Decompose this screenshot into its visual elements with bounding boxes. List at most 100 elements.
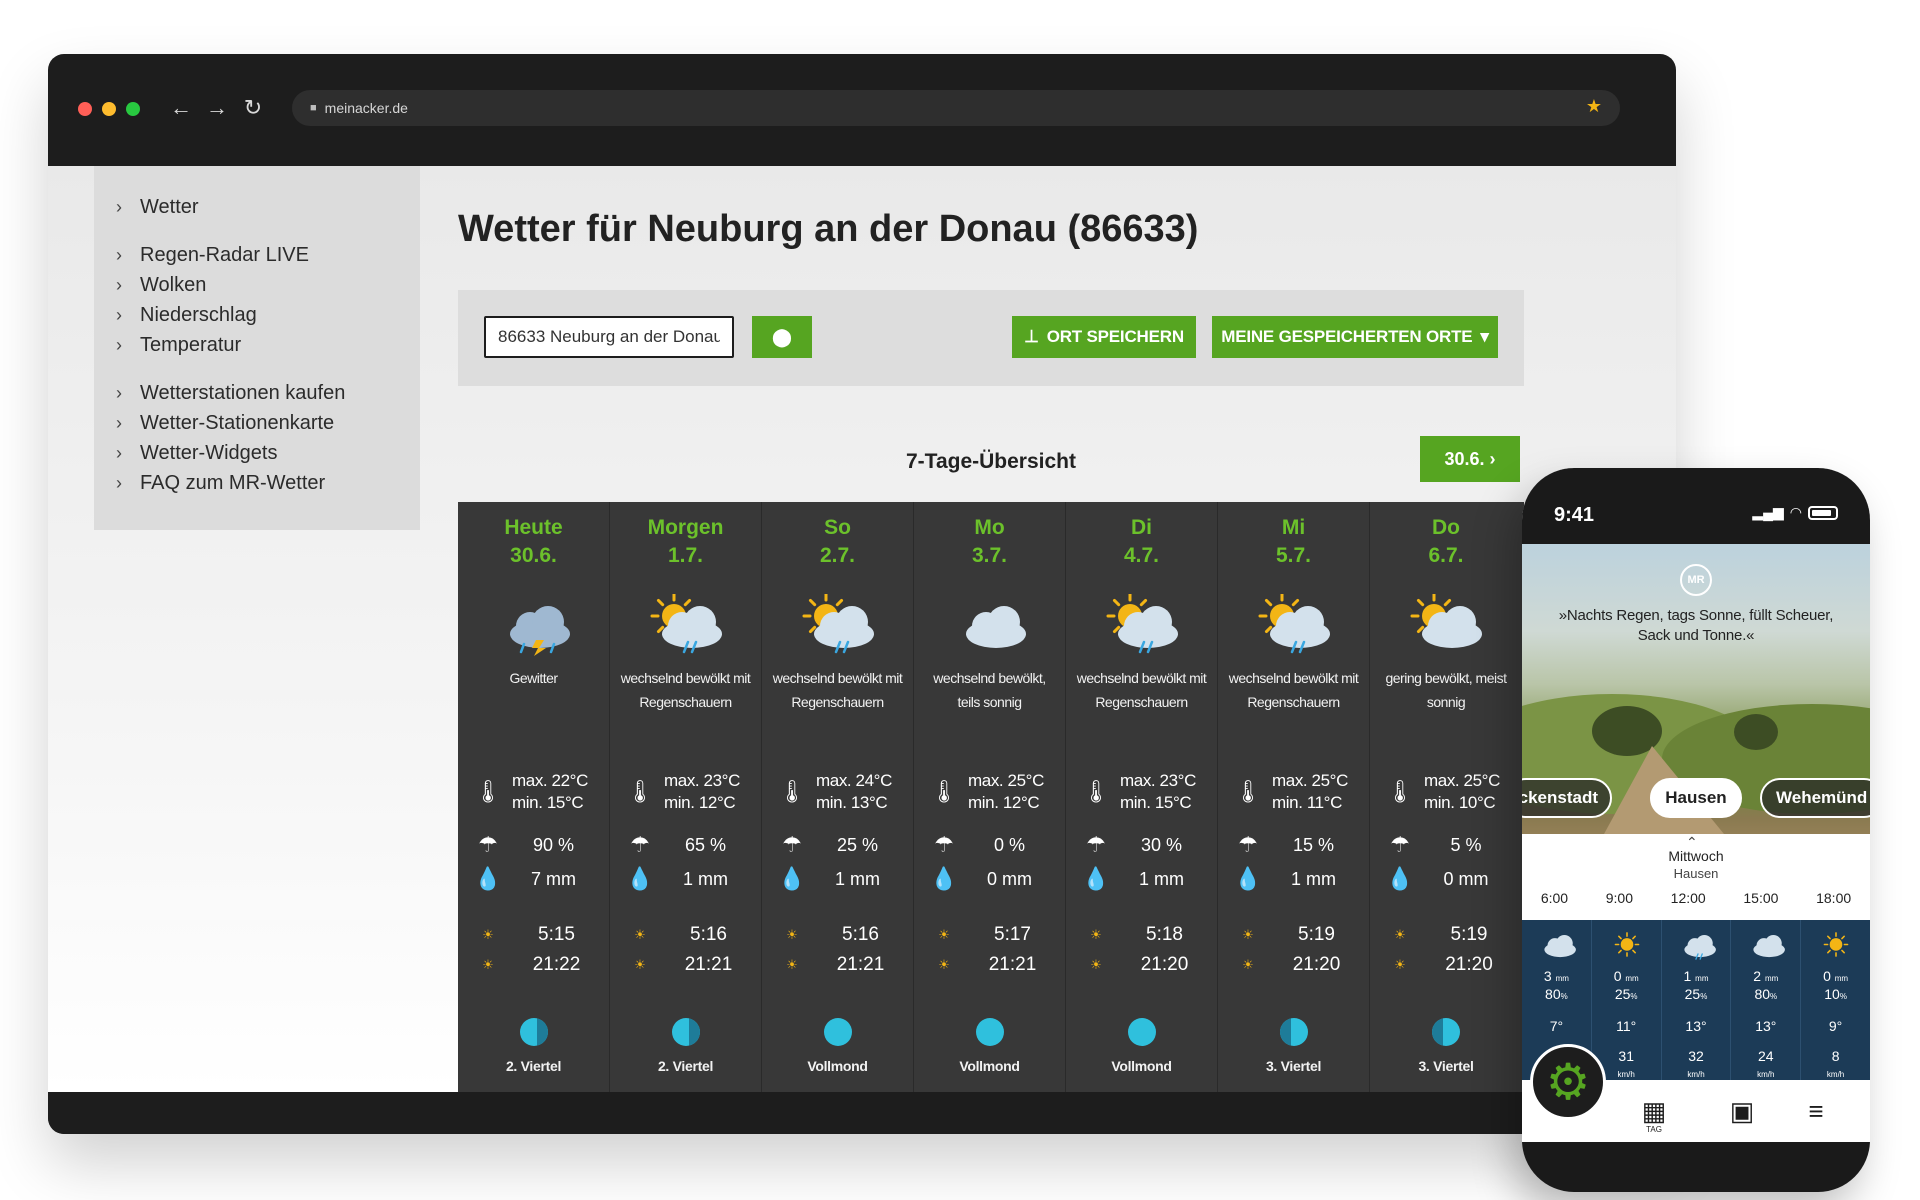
rain-probability: 15 % [1292, 834, 1335, 855]
next-date-button[interactable]: 30.6. › [1420, 436, 1520, 482]
rain-amount: 0 mm [987, 868, 1032, 889]
sunset-time: 21:21 [988, 954, 1037, 975]
hourly-column-4[interactable]: 0 mm 10% 9° 8 km/h [1801, 920, 1870, 1080]
hour-labels: 6:00 9:00 12:00 15:00 18:00 [1522, 890, 1870, 906]
forecast-day-2[interactable]: So 2.7. wechselnd bewölkt mit Regenschauer… [762, 502, 914, 1092]
browser-footer [48, 1092, 1676, 1134]
sunset-row: ☀︎ 21:21 [928, 954, 1059, 976]
tab-week[interactable]: ▣ [1722, 1096, 1762, 1127]
map-pin-icon: ⬤ [771, 326, 793, 347]
forward-arrow-icon[interactable]: → [206, 94, 228, 122]
moon-phase-icon [976, 1018, 1004, 1046]
cloudy-icon [950, 594, 1030, 656]
hourly-probability-value: 80 [1754, 986, 1771, 1002]
url-text: meinacker.de [324, 100, 408, 116]
forecast-day-6[interactable]: Do 6.7. gering bewölkt, meist sonnig 🌡 max. … [1370, 502, 1522, 1092]
locate-button[interactable]: ⬤ [752, 316, 812, 358]
sidebar-item-stationen-kaufen[interactable]: › Wetterstationen kaufen [94, 378, 420, 408]
hourly-rain-value: 0 [1823, 968, 1831, 984]
close-window-button[interactable] [78, 102, 92, 116]
sunset-icon: ☀︎ [1242, 957, 1254, 972]
sidebar-item-faq[interactable]: › FAQ zum MR-Wetter [94, 468, 420, 498]
raindrop-icon: 💧 [626, 866, 654, 891]
forecast-day-5[interactable]: Mi 5.7. wechselnd bewölkt mit Regenschauer… [1218, 502, 1370, 1092]
maximize-window-button[interactable] [126, 102, 140, 116]
min-temp: min. 15°C [1120, 793, 1192, 812]
location-search-input[interactable] [484, 316, 734, 358]
minimize-window-button[interactable] [102, 102, 116, 116]
moon-phase-label: 2. Viertel [657, 1058, 714, 1074]
location-pill-hausen[interactable]: Hausen [1650, 778, 1742, 818]
forecast-day-4[interactable]: Di 4.7. wechselnd bewölkt mit Regenschauer… [1066, 502, 1218, 1092]
hourly-rain-value: 2 [1753, 968, 1762, 984]
temperature-values: max. 25°C min. 10°C [1424, 770, 1500, 814]
rain-amount-row: 💧 1 mm [1232, 866, 1363, 892]
saved-locations-dropdown[interactable]: MEINE GESPEICHERTEN ORTE ▾ [1212, 316, 1498, 358]
save-location-button[interactable]: ⊥ ORT SPEICHERN [1012, 316, 1196, 358]
sunrise-row: ☀︎ 5:19 [1232, 924, 1363, 946]
forecast-day-3[interactable]: Mo 3.7. wechselnd bewölkt, teils sonnig 🌡 ma… [914, 502, 1066, 1092]
max-temp: max. 23°C [664, 771, 740, 790]
day-name: Heute [504, 516, 563, 539]
sunrise-row: ☀︎ 5:19 [1384, 924, 1516, 946]
sunrise-icon: ☀︎ [938, 927, 950, 942]
rain-icon [1676, 928, 1718, 962]
hamburger-menu-icon: ≡ [1808, 1096, 1824, 1126]
settings-gear-icon[interactable]: ⚙ [1530, 1044, 1606, 1120]
sidebar-item-label: Wetter-Widgets [140, 441, 278, 464]
bookmark-star-icon[interactable]: ★ [1586, 96, 1602, 117]
sunset-row: ☀︎ 21:21 [624, 954, 755, 976]
hourly-column-2[interactable]: 1 mm 25% 13° 32 km/h [1662, 920, 1732, 1080]
condition-text: Gewitter [509, 670, 558, 686]
sidebar-item-label: Temperatur [140, 333, 242, 356]
calendar-week-icon: ▣ [1729, 1096, 1755, 1126]
hourly-rain-probability: 25% [1592, 986, 1661, 1002]
reload-icon[interactable]: ↻ [242, 94, 264, 122]
hourly-rain-unit: mm [1834, 974, 1849, 983]
sidebar-item-label: Wetter-Stationenkarte [140, 411, 335, 434]
day-date: 1.7. [667, 544, 704, 567]
lock-icon: ■ [310, 102, 317, 114]
condition-text: wechselnd bewölkt mit Regenschauern [1076, 670, 1207, 710]
hourly-wind-value: 31 [1618, 1048, 1634, 1064]
hourly-column-1[interactable]: 0 mm 25% 11° 31 km/h [1592, 920, 1662, 1080]
sunset-time: 21:22 [532, 954, 581, 975]
web-page: › Wetter › Regen-Radar LIVE › Wolken › Niede… [48, 166, 1676, 1092]
sunrise-row: ☀︎ 5:15 [472, 924, 603, 946]
max-temp: max. 22°C [512, 771, 588, 790]
hourly-wind-value: 24 [1758, 1048, 1774, 1064]
hourly-probability-unit: % [1560, 992, 1568, 1001]
day-date: 5.7. [1275, 544, 1312, 567]
tab-menu[interactable]: ≡ [1796, 1096, 1836, 1127]
raindrop-icon: 💧 [1234, 866, 1262, 891]
sidebar-item-wolken[interactable]: › Wolken [94, 270, 420, 300]
forecast-day-1[interactable]: Morgen 1.7. wechselnd bewölkt mit Regensch… [610, 502, 762, 1092]
sunset-row: ☀︎ 21:20 [1384, 954, 1516, 976]
back-arrow-icon[interactable]: ← [170, 94, 192, 122]
temperature-row: 🌡 max. 23°C min. 15°C [1080, 770, 1211, 814]
sidebar-item-wetter[interactable]: › Wetter [94, 192, 420, 222]
hourly-column-3[interactable]: 2 mm 80% 13° 24 km/h [1731, 920, 1802, 1080]
sidebar-item-widgets[interactable]: › Wetter-Widgets [94, 438, 420, 468]
cloudy-icon [1536, 928, 1578, 962]
day-date: 6.7. [1428, 544, 1464, 567]
hourly-temperature: 11° [1616, 1018, 1637, 1034]
tab-day[interactable]: ▦ TAG [1634, 1096, 1674, 1134]
day-name: Mo [974, 516, 1005, 539]
address-bar[interactable]: ■ meinacker.de ★ [292, 90, 1620, 126]
sidebar-item-temperatur[interactable]: › Temperatur [94, 330, 420, 360]
sidebar-item-radar[interactable]: › Regen-Radar LIVE [94, 240, 420, 270]
sunrise-row: ☀︎ 5:17 [928, 924, 1059, 946]
sunrise-icon: ☀︎ [1090, 927, 1102, 942]
location-pill-beckenstadt[interactable]: beckenstadt [1522, 778, 1612, 818]
location-pill-wehemuend[interactable]: Wehemünd [1760, 778, 1870, 818]
sidebar-item-stationenkarte[interactable]: › Wetter-Stationenkarte [94, 408, 420, 438]
forecast-day-0[interactable]: Heute 30.6. Gewitter 🌡 max. 22°C min. 15°C ☂ 90… [458, 502, 610, 1092]
rain-amount: 1 mm [835, 868, 880, 889]
sidebar-item-label: Wolken [140, 273, 207, 296]
hourly-wind-unit: km/h [1687, 1070, 1705, 1079]
rain-probability-row: ☂ 90 % [472, 832, 603, 858]
sidebar-item-niederschlag[interactable]: › Niederschlag [94, 300, 420, 330]
sidebar-group-maps: › Regen-Radar LIVE › Wolken › Niederschlag … [94, 240, 420, 360]
partly-rain-icon [1254, 592, 1334, 656]
